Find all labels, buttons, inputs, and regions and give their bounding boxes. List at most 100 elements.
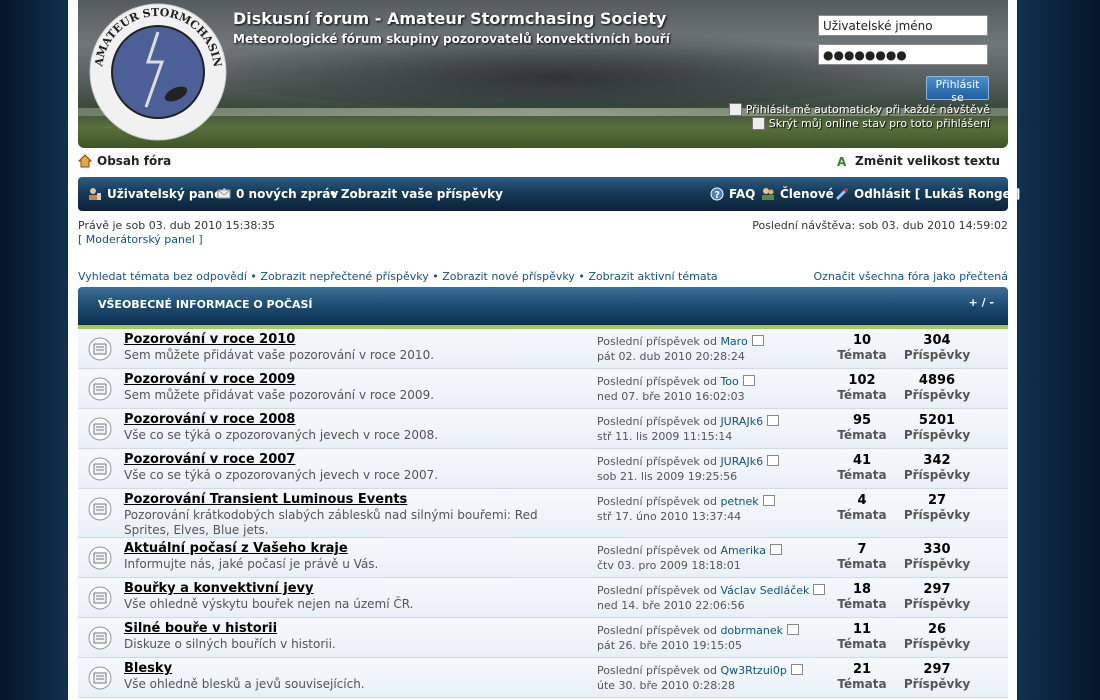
mark-forums-read-link[interactable]: Označit všechna fóra jako přečtená bbox=[813, 270, 1008, 283]
forum-read-icon bbox=[88, 337, 112, 361]
posts-label: Příspěvky bbox=[903, 348, 971, 362]
last-post-author-link[interactable]: petnek bbox=[720, 495, 758, 508]
posts-label: Příspěvky bbox=[903, 677, 971, 691]
last-post-label: Poslední příspěvek od bbox=[597, 455, 717, 468]
forum-row[interactable]: Blesky Vše ohledně blesků a jevů souvisej… bbox=[78, 658, 1008, 698]
forum-row[interactable]: Aktuální počasí z Vašeho kraje Informujte… bbox=[78, 538, 1008, 578]
faq-link[interactable]: ? FAQ bbox=[710, 187, 755, 201]
forum-title-link[interactable]: Blesky bbox=[124, 661, 172, 676]
last-post-info: Poslední příspěvek od Too ned 07. bře 201… bbox=[597, 374, 755, 404]
view-latest-post-icon[interactable] bbox=[751, 335, 764, 346]
view-latest-post-icon[interactable] bbox=[767, 455, 780, 466]
last-post-author-link[interactable]: dobrmanek bbox=[720, 624, 783, 637]
last-post-author-link[interactable]: JURAJk6 bbox=[720, 415, 763, 428]
your-posts-link[interactable]: • Zobrazit vaše příspěvky bbox=[329, 187, 503, 201]
view-latest-post-icon[interactable] bbox=[790, 664, 803, 675]
font-size-link[interactable]: A Změnit velikost textu bbox=[836, 154, 1000, 168]
user-panel-link[interactable]: Uživatelský panel bbox=[88, 187, 226, 201]
forum-title-link[interactable]: Pozorování Transient Luminous Events bbox=[124, 492, 407, 507]
forum-title-link[interactable]: Pozorování v roce 2009 bbox=[124, 372, 295, 387]
last-post-label: Poslední příspěvek od bbox=[597, 664, 717, 677]
envelope-icon bbox=[217, 189, 231, 199]
view-latest-post-icon[interactable] bbox=[767, 415, 780, 426]
forum-description: Diskuze o silných bouřích v historii. bbox=[124, 637, 336, 651]
faq-icon: ? bbox=[710, 187, 724, 201]
forum-row[interactable]: Bouřky a konvektivní jevy Vše ohledně výs… bbox=[78, 578, 1008, 618]
topics-number: 11 bbox=[852, 622, 872, 637]
forum-description: Vše co se týká o zpozorovaných jevech v … bbox=[124, 468, 439, 482]
unread-posts-link[interactable]: Zobrazit nepřečtené příspěvky bbox=[260, 270, 428, 283]
forum-title-link[interactable]: Silné bouře v historii bbox=[124, 621, 277, 636]
topics-count: 95 Témata bbox=[822, 414, 902, 443]
last-post-date: pát 02. dub 2010 20:28:24 bbox=[597, 350, 745, 363]
logout-link[interactable]: Odhlásit [ Lukáš Ronge ] bbox=[835, 187, 1020, 201]
last-post-author-link[interactable]: Qw3Rtzui0p bbox=[720, 664, 786, 677]
last-post-author-link[interactable]: Amerika bbox=[720, 544, 766, 557]
posts-count: 4896 Příspěvky bbox=[897, 374, 977, 403]
forum-title-link[interactable]: Pozorování v roce 2008 bbox=[124, 412, 295, 427]
topics-count: 11 Témata bbox=[822, 622, 902, 652]
view-latest-post-icon[interactable] bbox=[742, 375, 755, 386]
user-navbar: Uživatelský panel 0 nových zpráv • Zobra… bbox=[78, 177, 1020, 211]
view-latest-post-icon[interactable] bbox=[769, 544, 782, 555]
posts-label: Příspěvky bbox=[903, 428, 971, 442]
last-post-label: Poslední příspěvek od bbox=[597, 415, 717, 428]
auto-login-checkbox[interactable] bbox=[728, 103, 742, 116]
view-latest-post-icon[interactable] bbox=[762, 495, 775, 506]
forum-title-link[interactable]: Pozorování v roce 2010 bbox=[124, 332, 295, 347]
forum-row[interactable]: Silné bouře v historii Diskuze o silných … bbox=[78, 618, 1008, 658]
category-title[interactable]: VŠEOBECNÉ INFORMACE O POČASÍ bbox=[98, 298, 313, 311]
login-button[interactable]: Přihlásit se bbox=[926, 76, 989, 104]
topics-count: 4 Témata bbox=[822, 494, 902, 523]
forum-row[interactable]: Pozorování v roce 2010 Sem můžete přidáva… bbox=[78, 329, 1008, 369]
forum-row[interactable]: Pozorování v roce 2007 Vše co se týká o z… bbox=[78, 449, 1008, 489]
posts-label: Příspěvky bbox=[903, 508, 971, 522]
posts-number: 5201 bbox=[918, 413, 956, 428]
forum-title-link[interactable]: Aktuální počasí z Vašeho kraje bbox=[124, 541, 348, 556]
password-field[interactable] bbox=[818, 44, 988, 65]
unanswered-topics-link[interactable]: Vyhledat témata bez odpovědí bbox=[78, 270, 247, 283]
last-post-date: ned 14. bře 2010 22:06:56 bbox=[597, 599, 745, 612]
members-link[interactable]: Členové bbox=[761, 187, 834, 201]
posts-label: Příspěvky bbox=[903, 637, 971, 651]
last-post-author-link[interactable]: Maro bbox=[720, 335, 747, 348]
last-post-author-link[interactable]: Too bbox=[720, 375, 738, 388]
forum-description: Sem můžete přidávat vaše pozorování v ro… bbox=[124, 388, 435, 402]
forum-row[interactable]: Pozorování v roce 2008 Vše co se týká o z… bbox=[78, 409, 1008, 449]
forum-read-icon bbox=[88, 626, 112, 650]
forum-row[interactable]: Pozorování v roce 2009 Sem můžete přidáva… bbox=[78, 369, 1008, 409]
topics-number: 102 bbox=[848, 373, 876, 388]
quick-links: Vyhledat témata bez odpovědí • Zobrazit … bbox=[78, 270, 718, 283]
category-toggle[interactable]: + / - bbox=[969, 296, 994, 309]
posts-number: 342 bbox=[923, 453, 951, 468]
hide-online-checkbox[interactable] bbox=[751, 117, 765, 130]
last-post-label: Poslední příspěvek od bbox=[597, 584, 717, 597]
last-post-author-link[interactable]: JURAJk6 bbox=[720, 455, 763, 468]
view-latest-post-icon[interactable] bbox=[787, 624, 800, 635]
last-post-label: Poslední příspěvek od bbox=[597, 544, 717, 557]
forum-index-link[interactable]: Obsah fóra bbox=[78, 154, 171, 168]
forum-description: Sem můžete přidávat vaše pozorování v ro… bbox=[124, 348, 435, 362]
posts-number: 297 bbox=[923, 582, 951, 597]
page-background-left bbox=[0, 0, 68, 700]
forum-title-link[interactable]: Pozorování v roce 2007 bbox=[124, 452, 295, 467]
topics-label: Témata bbox=[837, 677, 887, 691]
messages-link[interactable]: 0 nových zpráv bbox=[217, 187, 338, 201]
topics-count: 10 Témata bbox=[822, 334, 902, 363]
site-title[interactable]: Diskusní forum - Amateur Stormchasing So… bbox=[233, 9, 666, 28]
society-logo-icon[interactable]: AMATEUR STORMCHASING SOCIETY bbox=[88, 2, 228, 142]
username-field[interactable] bbox=[818, 15, 988, 36]
topics-label: Témata bbox=[837, 348, 887, 362]
last-post-author-link[interactable]: Václav Sedláček bbox=[720, 584, 809, 597]
moderator-panel-link[interactable]: [ Moderátorský panel ] bbox=[78, 233, 203, 246]
forum-title-link[interactable]: Bouřky a konvektivní jevy bbox=[124, 581, 313, 596]
posts-count: 342 Příspěvky bbox=[897, 453, 977, 483]
new-posts-link[interactable]: Zobrazit nové příspěvky bbox=[442, 270, 575, 283]
forum-row[interactable]: Pozorování Transient Luminous Events Pozo… bbox=[78, 489, 1008, 538]
active-topics-link[interactable]: Zobrazit aktivní témata bbox=[588, 270, 717, 283]
topics-count: 41 Témata bbox=[822, 454, 902, 483]
posts-number: 27 bbox=[927, 493, 947, 508]
last-post-date: čtv 03. pro 2009 18:18:01 bbox=[597, 559, 741, 572]
forum-read-icon bbox=[88, 497, 112, 521]
posts-number: 330 bbox=[923, 542, 951, 557]
